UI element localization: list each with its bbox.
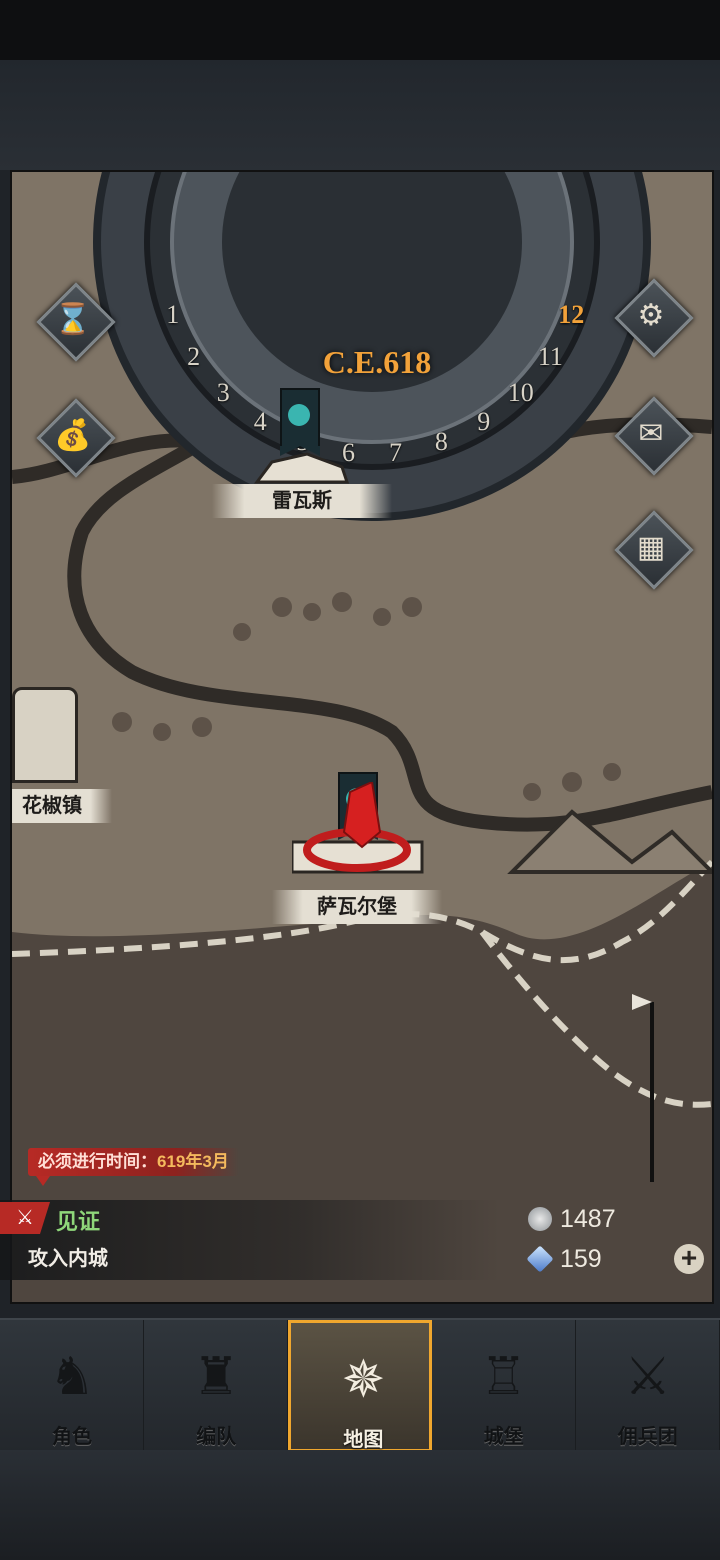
town-icon-pepper[interactable] — [12, 687, 78, 783]
crystal-resource: 159 — [526, 1242, 602, 1276]
crystal-icon — [526, 1245, 554, 1273]
compass-icon: ✵ — [341, 1351, 386, 1409]
month-number: 10 — [507, 378, 534, 408]
mail-icon: ✉ — [638, 416, 664, 450]
month-number: 3 — [216, 378, 230, 408]
gear-icon: ⚙ — [637, 298, 665, 332]
quest-objective[interactable]: 攻入内城 — [28, 1242, 108, 1271]
nav-tab-castle[interactable]: ♖ 城堡 — [432, 1320, 576, 1452]
world-map[interactable]: C.E.618 123456789101112 雷瓦斯 花椒镇 萨瓦尔堡 — [10, 170, 714, 1304]
deadline-value: 619年3月 — [157, 1152, 229, 1171]
grid-icon: ▦ — [636, 530, 666, 564]
helmet-icon: ♜ — [192, 1348, 240, 1406]
month-number: 4 — [253, 407, 267, 437]
add-crystal-button[interactable]: + — [674, 1244, 704, 1274]
nav-tab-map[interactable]: ✵ 地图 — [288, 1320, 432, 1452]
hourglass-icon: ⌛ — [54, 302, 92, 336]
month-number: 8 — [434, 427, 448, 457]
mail-button[interactable]: ✉ — [614, 396, 694, 476]
fortress-target-icon[interactable] — [292, 782, 432, 892]
deadline-label: 必须进行时间： — [38, 1152, 157, 1171]
nav-label: 角色 — [52, 1426, 92, 1448]
deadline-tag: 必须进行时间：619年3月 — [28, 1148, 239, 1186]
nav-label: 编队 — [196, 1426, 237, 1448]
layout-button[interactable]: ▦ — [614, 510, 694, 590]
status-bar-area — [0, 0, 720, 60]
silver-amount: 1487 — [560, 1204, 616, 1233]
nav-label: 地图 — [343, 1429, 384, 1451]
nav-label: 佣兵团 — [617, 1426, 678, 1448]
top-bar — [0, 60, 720, 170]
silver-coin-icon — [528, 1207, 552, 1231]
knight-icon: ♞ — [48, 1348, 96, 1406]
crystal-amount: 159 — [560, 1244, 602, 1273]
nav-tab-formation[interactable]: ♜ 编队 — [144, 1320, 289, 1452]
month-number: 1 — [166, 299, 180, 329]
month-number: 11 — [537, 341, 563, 371]
settings-button[interactable]: ⚙ — [614, 278, 694, 358]
mercenary-icon: ⚔ — [624, 1348, 672, 1406]
money-bag-icon: 💰 — [54, 418, 92, 452]
month-number: 9 — [477, 407, 491, 437]
town-icon[interactable] — [252, 442, 352, 487]
location-label-savaar-fort[interactable]: 萨瓦尔堡 — [272, 890, 442, 924]
bottom-nav: ♞ 角色 ♜ 编队 ✵ 地图 ♖ 城堡 ⚔ 佣兵团 — [0, 1318, 720, 1452]
nav-tab-character[interactable]: ♞ 角色 — [0, 1320, 145, 1452]
location-label-revas[interactable]: 雷瓦斯 — [212, 484, 392, 518]
month-number: 7 — [388, 437, 402, 467]
month-number: 12 — [558, 299, 585, 329]
nav-tab-mercenary[interactable]: ⚔ 佣兵团 — [576, 1320, 720, 1452]
location-label-pepper-town[interactable]: 花椒镇 — [12, 789, 112, 823]
inventory-button[interactable]: 💰 — [36, 398, 116, 478]
month-number: 2 — [187, 341, 201, 371]
silver-resource: 1487 — [528, 1202, 616, 1236]
faction-banner — [280, 388, 320, 456]
hourglass-button[interactable]: ⌛ — [36, 282, 116, 362]
nav-label: 城堡 — [483, 1426, 524, 1448]
era-year-label: C.E.618 — [322, 344, 432, 380]
system-nav-area — [0, 1450, 720, 1560]
quest-title[interactable]: 见证 — [56, 1204, 100, 1236]
castle-icon: ♖ — [480, 1348, 527, 1406]
